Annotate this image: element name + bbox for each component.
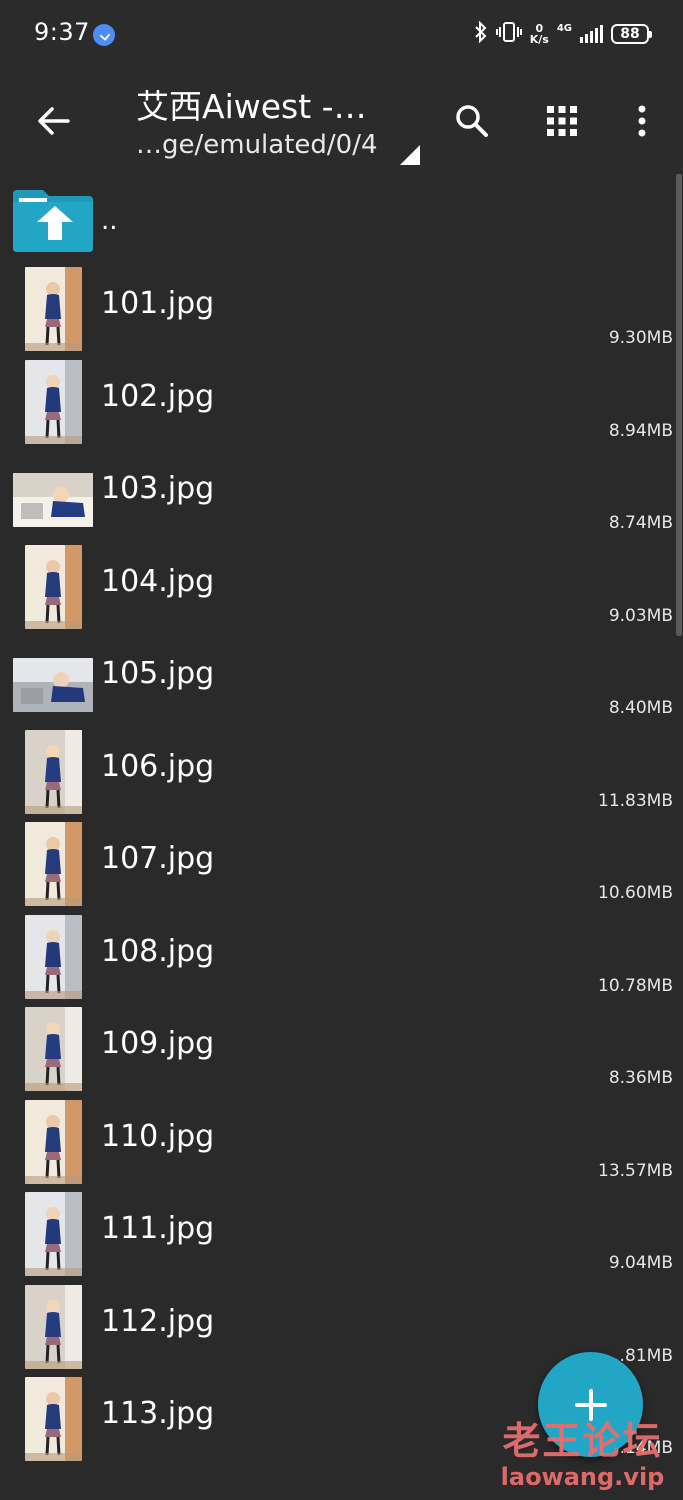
file-thumbnail [13,473,93,527]
search-button[interactable] [447,96,497,146]
grid-view-icon [547,106,577,136]
bluetooth-icon [474,20,488,48]
file-name: 108.jpg [101,933,215,969]
file-row[interactable]: 109.jpg 8.36MB [0,1002,683,1095]
file-size: 9.03MB [608,605,673,626]
watermark-title: 老王论坛 [502,1419,663,1463]
file-row[interactable]: 105.jpg 8.40MB [0,632,683,725]
file-row[interactable]: 108.jpg 10.78MB [0,910,683,1003]
file-name: 107.jpg [101,841,215,876]
file-size: 11.83MB [598,790,673,811]
path-dropdown-indicator[interactable] [400,145,420,165]
file-thumbnail [25,914,82,999]
file-name: 110.jpg [101,1118,215,1154]
battery-level: 88 [620,26,640,42]
parent-folder-row[interactable]: .. [0,172,683,262]
file-row[interactable]: 101.jpg 9.30MB [0,262,683,355]
screen: 9:37 0 K/s 4G 88 艾西Aiwest -… …ge/emulate… [0,0,683,1500]
file-size: 10.78MB [598,975,673,996]
file-size: 10.60MB [598,883,673,903]
search-icon [456,105,488,137]
file-row[interactable]: 111.jpg 9.04MB [0,1187,683,1280]
file-row[interactable]: 104.jpg 9.03MB [0,540,683,633]
file-thumbnail [13,658,93,712]
file-size: 8.40MB [608,698,673,718]
signal-icon [580,25,603,43]
file-row[interactable]: 107.jpg 10.60MB [0,817,683,910]
file-thumbnail [25,359,82,444]
file-name: 109.jpg [101,1026,215,1061]
folder-up-icon [13,190,93,252]
file-size: 8.94MB [608,420,673,441]
network-type: 4G [556,22,572,34]
status-bar: 9:37 0 K/s 4G 88 [0,0,683,66]
file-name: 106.jpg [101,748,215,784]
status-time: 9:37 [34,18,90,46]
app-toolbar: 艾西Aiwest -… …ge/emulated/0/4 [0,66,683,172]
file-name: 103.jpg [101,471,215,506]
file-name: 101.jpg [101,286,215,321]
file-size: 8.74MB [608,513,673,533]
file-thumbnail [25,729,82,814]
battery-icon: 88 [611,24,652,44]
file-thumbnail [25,1192,82,1276]
file-row[interactable]: 103.jpg 8.74MB [0,447,683,540]
file-row[interactable]: 106.jpg 11.83MB [0,725,683,818]
watermark: 老王论坛 laowang.vip [495,1410,670,1491]
file-thumbnail [25,1284,82,1369]
file-size: 9.04MB [608,1253,673,1273]
folder-title[interactable]: 艾西Aiwest -… [136,80,367,128]
net-speed: 0 K/s [530,23,549,45]
file-size: 8.36MB [608,1068,673,1088]
file-thumbnail [25,267,82,351]
more-options-button[interactable] [617,96,667,146]
file-name: 104.jpg [101,563,215,599]
folder-path[interactable]: …ge/emulated/0/4 [136,130,378,160]
notification-app-icon [93,24,115,46]
file-thumbnail [25,1377,82,1461]
status-icons: 0 K/s 4G 88 [474,19,652,49]
file-thumbnail [25,1099,82,1184]
file-name: 105.jpg [101,656,215,691]
more-vert-icon [638,105,646,137]
arrow-left-icon [38,107,70,135]
file-thumbnail [25,544,82,629]
file-row[interactable]: 102.jpg 8.94MB [0,355,683,448]
back-button[interactable] [28,96,78,146]
file-thumbnail [25,1007,82,1091]
file-name: 112.jpg [101,1303,215,1339]
scrollbar[interactable] [676,174,682,636]
file-row[interactable]: 110.jpg 13.57MB [0,1095,683,1188]
file-size: 9.30MB [608,328,673,348]
net-speed-unit: K/s [529,33,549,46]
parent-folder-label: .. [101,206,118,236]
file-name: 102.jpg [101,378,215,414]
vibrate-icon [495,21,522,48]
watermark-url: laowang.vip [500,1463,665,1491]
file-name: 113.jpg [101,1396,215,1431]
file-size: 13.57MB [598,1160,673,1181]
file-name: 111.jpg [101,1211,215,1246]
file-thumbnail [25,822,82,906]
file-list: .. 101.jpg 9.30MB 102.jpg 8.94MB 103.jpg 8.74… [0,172,683,1465]
grid-view-button[interactable] [537,96,587,146]
